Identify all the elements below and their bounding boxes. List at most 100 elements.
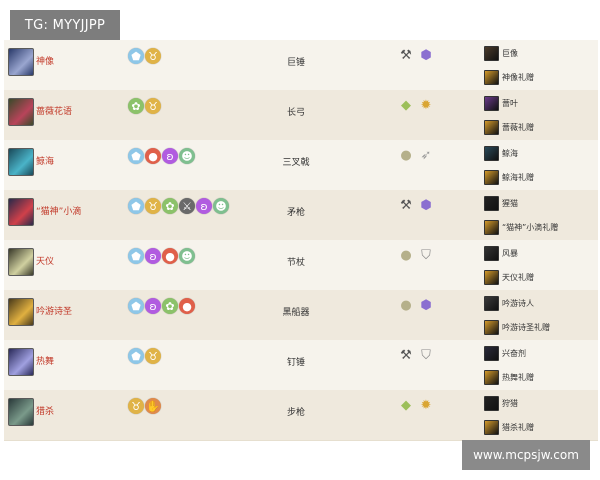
hero-portrait-icon[interactable] — [8, 398, 34, 426]
horns-icon: ♉ — [128, 398, 144, 414]
weapon-label: 步枪 — [286, 408, 305, 418]
skin-thumbnail-icon — [484, 419, 499, 435]
apple-icon: ● — [162, 248, 178, 264]
khaki-orb-icon: ● — [400, 247, 412, 263]
table-row: 天仪 ⬟ ʚ ● ☻ 节杖 ● ⛉ 风暴 天仪礼赠 — [4, 240, 598, 291]
khaki-orb-icon: ● — [400, 147, 412, 163]
skin-label: 天仪礼赠 — [502, 272, 534, 282]
trait-icons: ⬟ ʚ ✿ ● — [128, 298, 195, 316]
skin-label: 吟游诗人 — [502, 298, 534, 308]
skin-label: 风暴 — [502, 248, 518, 258]
leaf-cluster-icon: ✿ — [128, 98, 144, 114]
hero-portrait-icon[interactable] — [8, 98, 34, 126]
feather-icon: ➶ — [420, 147, 432, 163]
skin-item[interactable]: 蔷薇礼赠 — [484, 115, 596, 139]
weapon-label: 巨锤 — [286, 58, 305, 68]
skin-item[interactable]: 狩猎 — [484, 391, 596, 415]
green-drop-icon: ◆ — [401, 397, 411, 413]
apple-icon: ● — [145, 148, 161, 164]
skin-item[interactable]: 兴奋剂 — [484, 341, 596, 365]
trait-icons: ⬟ ♉ — [128, 48, 161, 66]
skin-item[interactable]: 蔷叶 — [484, 91, 596, 115]
skin-item[interactable]: 猩猫 — [484, 191, 596, 215]
shield-icon: ⬟ — [128, 298, 144, 314]
hero-name-link[interactable]: 蔷薇花语 — [36, 104, 72, 117]
skin-item[interactable]: 神像礼赠 — [484, 65, 596, 89]
purple-crystal-icon: ⬢ — [420, 297, 432, 313]
green-drop-icon: ◆ — [401, 97, 411, 113]
skin-label: 兴奋剂 — [502, 348, 526, 358]
hammer-icon: ⚒ — [400, 347, 412, 363]
skin-thumbnail-icon — [484, 119, 499, 135]
leaf-cluster-icon: ✿ — [162, 198, 178, 214]
watermark-top-left: TG: MYYJJPP — [10, 10, 120, 40]
skin-label: 猩猫 — [502, 198, 518, 208]
trait-icons: ⬟ ● ʚ ☻ — [128, 148, 195, 166]
hero-portrait-icon[interactable] — [8, 198, 34, 226]
horns-icon: ♉ — [145, 48, 161, 64]
skin-thumbnail-icon — [484, 269, 499, 285]
hero-name-link[interactable]: 吟游诗圣 — [36, 304, 72, 317]
skin-label: 吟游诗圣礼赠 — [502, 322, 550, 332]
table-row: 热舞 ⬟ ♉ 钉锤 ⚒ ⛉ 兴奋剂热舞礼赠 — [4, 340, 598, 391]
type-icons: ⚒ ⬢ — [398, 197, 434, 213]
hero-name-link[interactable]: 热舞 — [36, 354, 54, 367]
skin-thumbnail-icon — [484, 195, 499, 211]
hero-name-link[interactable]: 鲸海 — [36, 154, 54, 167]
apple-icon: ● — [179, 298, 195, 314]
table-row: 神像 ⬟ ♉ 巨锤 ⚒ ⬢ 巨像 神像礼赠 — [4, 40, 598, 91]
weapon-label: 三叉戟 — [282, 158, 310, 168]
watermark-bottom-right: www.mcpsjw.com — [462, 440, 590, 470]
skin-item[interactable]: 吟游诗圣礼赠 — [484, 315, 596, 339]
skin-item[interactable]: 猎杀礼赠 — [484, 415, 596, 439]
table-row: 鲸海 ⬟ ● ʚ ☻ 三叉戟 ● ➶ 鲸海 鲸海礼赠 — [4, 140, 598, 191]
trait-icons: ⬟ ♉ — [128, 348, 161, 366]
leaf-cluster-icon: ✿ — [162, 298, 178, 314]
weapon-label: 矛枪 — [286, 208, 305, 218]
hero-portrait-icon[interactable] — [8, 298, 34, 326]
skin-thumbnail-icon — [484, 69, 499, 85]
hero-portrait-icon[interactable] — [8, 48, 34, 76]
skin-item[interactable]: 热舞礼赠 — [484, 365, 596, 389]
skull-icon: ☻ — [179, 248, 195, 264]
skin-list: 吟游诗人吟游诗圣礼赠 — [484, 291, 596, 339]
hero-name-link[interactable]: 天仪 — [36, 254, 54, 267]
skin-item[interactable]: 鲸海礼赠 — [484, 165, 596, 189]
skin-label: “猫神”小滴礼赠 — [502, 222, 559, 232]
skin-item[interactable]: “猫神”小滴礼赠 — [484, 215, 596, 239]
skin-item[interactable]: 吟游诗人 — [484, 291, 596, 315]
shield-icon: ⬟ — [128, 248, 144, 264]
skin-list: 兴奋剂热舞礼赠 — [484, 341, 596, 389]
grey-shield-icon: ⛉ — [421, 347, 431, 363]
hero-portrait-icon[interactable] — [8, 148, 34, 176]
table-row: 猎杀 ♉ ✋ 步枪 ◆ ✹ 狩猎 猎杀礼赠 — [4, 390, 598, 441]
hero-portrait-icon[interactable] — [8, 348, 34, 376]
type-icons: ◆ ✹ — [398, 397, 434, 413]
skin-label: 鲸海礼赠 — [502, 172, 534, 182]
skin-item[interactable]: 天仪礼赠 — [484, 265, 596, 289]
shield-icon: ⬟ — [128, 348, 144, 364]
hero-name-link[interactable]: 猎杀 — [36, 404, 54, 417]
weapon-label: 钉锤 — [286, 358, 305, 368]
skin-item[interactable]: 鲸海 — [484, 141, 596, 165]
weapon-label: 长弓 — [286, 108, 305, 118]
trait-icons: ✿ ♉ — [128, 98, 161, 116]
khaki-orb-icon: ● — [400, 297, 412, 313]
skin-thumbnail-icon — [484, 145, 499, 161]
skin-item[interactable]: 风暴 — [484, 241, 596, 265]
skin-thumbnail-icon — [484, 219, 499, 235]
hammer-icon: ⚒ — [400, 197, 412, 213]
hero-portrait-icon[interactable] — [8, 248, 34, 276]
skin-thumbnail-icon — [484, 345, 499, 361]
hero-name-link[interactable]: “猫神”小滴 — [36, 204, 81, 217]
skin-item[interactable]: 巨像 — [484, 41, 596, 65]
hand-icon: ✋ — [145, 398, 161, 414]
hero-name-link[interactable]: 神像 — [36, 54, 54, 67]
skin-label: 巨像 — [502, 48, 518, 58]
type-icons: ● ➶ — [398, 147, 434, 163]
skin-thumbnail-icon — [484, 319, 499, 335]
skin-thumbnail-icon — [484, 45, 499, 61]
skin-label: 神像礼赠 — [502, 72, 534, 82]
weapon-label: 黑船器 — [282, 308, 310, 318]
table-row: 吟游诗圣 ⬟ ʚ ✿ ● 黑船器 ● ⬢ 吟游诗人吟游诗圣礼赠 — [4, 290, 598, 341]
